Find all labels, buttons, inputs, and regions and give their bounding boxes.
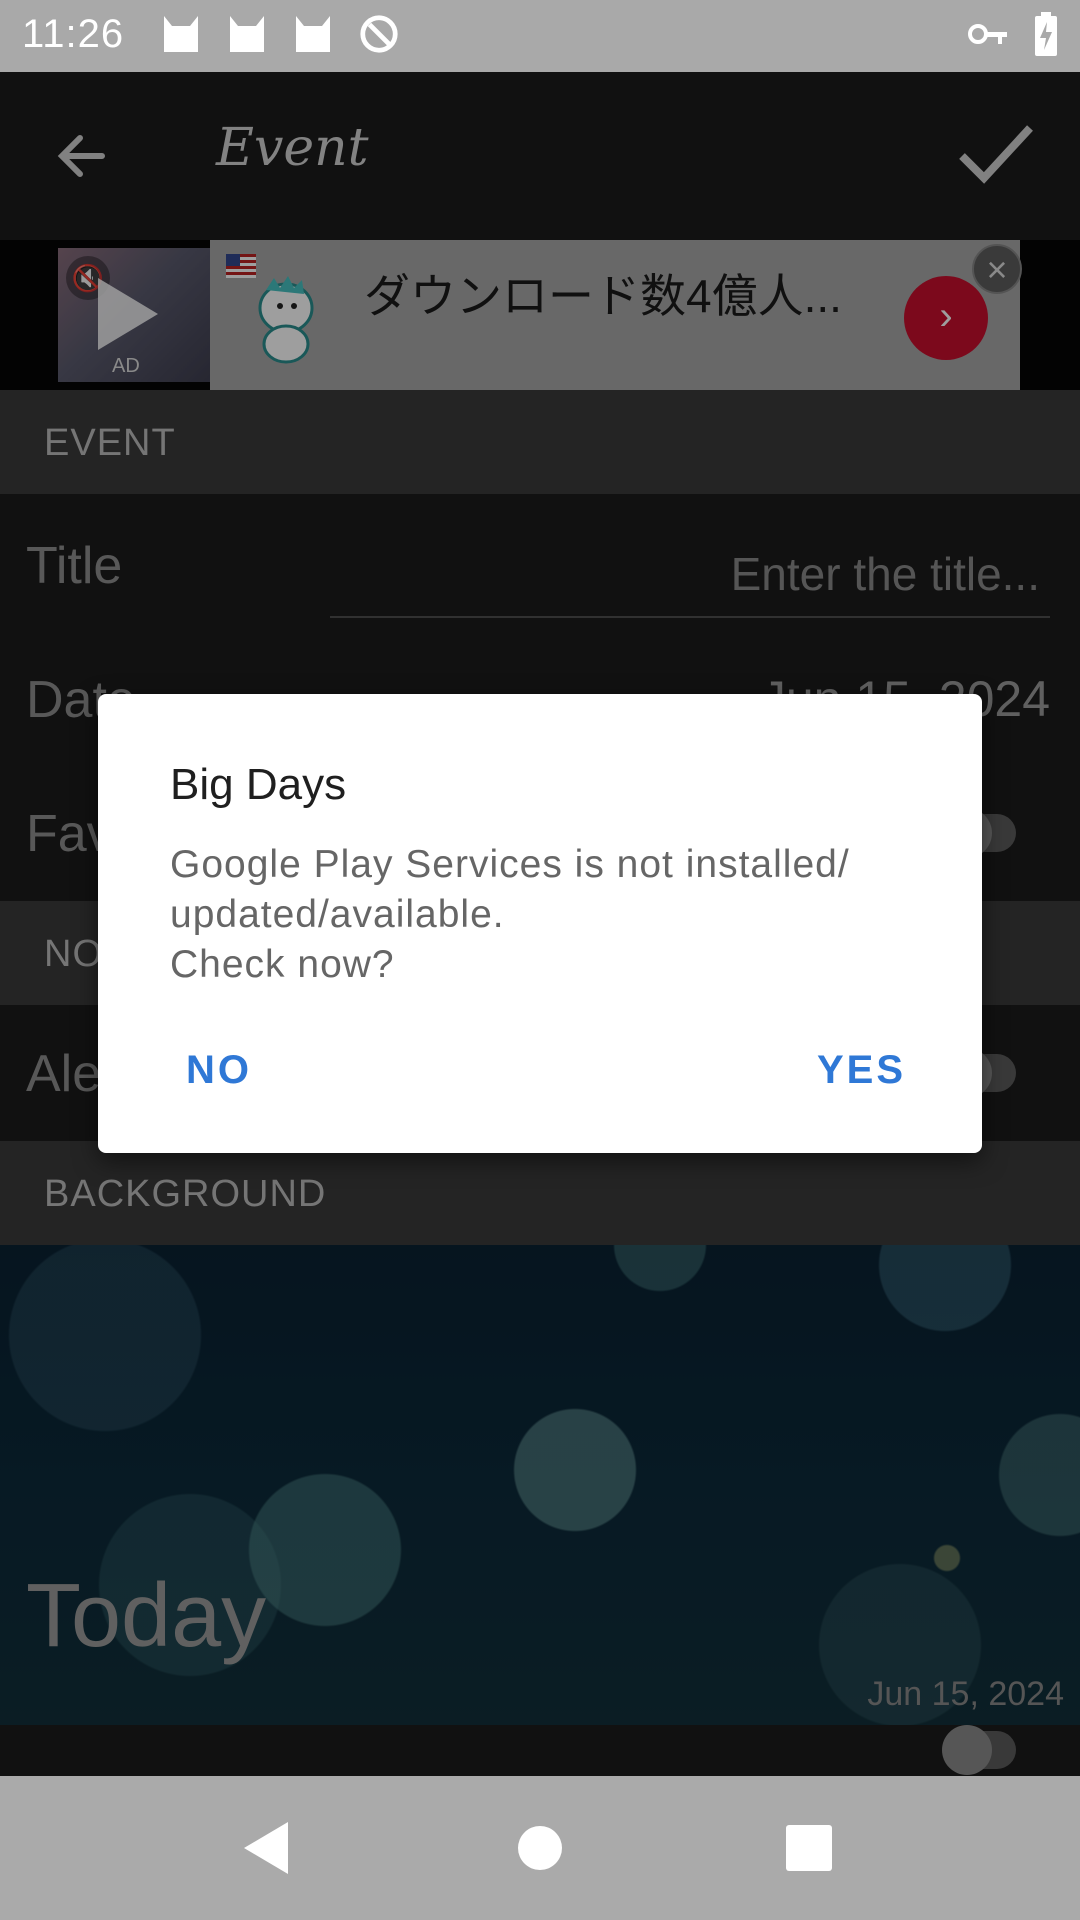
battery-charging-icon <box>1035 12 1057 56</box>
vpn-key-icon <box>968 24 1007 44</box>
system-nav-bar <box>0 1776 1080 1920</box>
cat-notification-icon <box>230 16 264 52</box>
status-time: 11:26 <box>22 12 125 56</box>
alert-dialog: Big Days Google Play Services is not ins… <box>98 694 982 1153</box>
nav-home-icon[interactable] <box>518 1826 562 1870</box>
yes-button[interactable]: YES <box>817 1048 906 1093</box>
no-sync-icon <box>360 15 398 53</box>
nav-back-icon[interactable] <box>244 1822 288 1874</box>
cat-notification-icon <box>296 16 330 52</box>
nav-recents-icon[interactable] <box>786 1825 832 1871</box>
cat-notification-icon <box>164 16 198 52</box>
dialog-title: Big Days <box>170 760 347 809</box>
dialog-message: Google Play Services is not installed/ u… <box>170 843 850 986</box>
no-button[interactable]: NO <box>186 1048 252 1093</box>
status-bar: 11:26 <box>0 0 1080 72</box>
